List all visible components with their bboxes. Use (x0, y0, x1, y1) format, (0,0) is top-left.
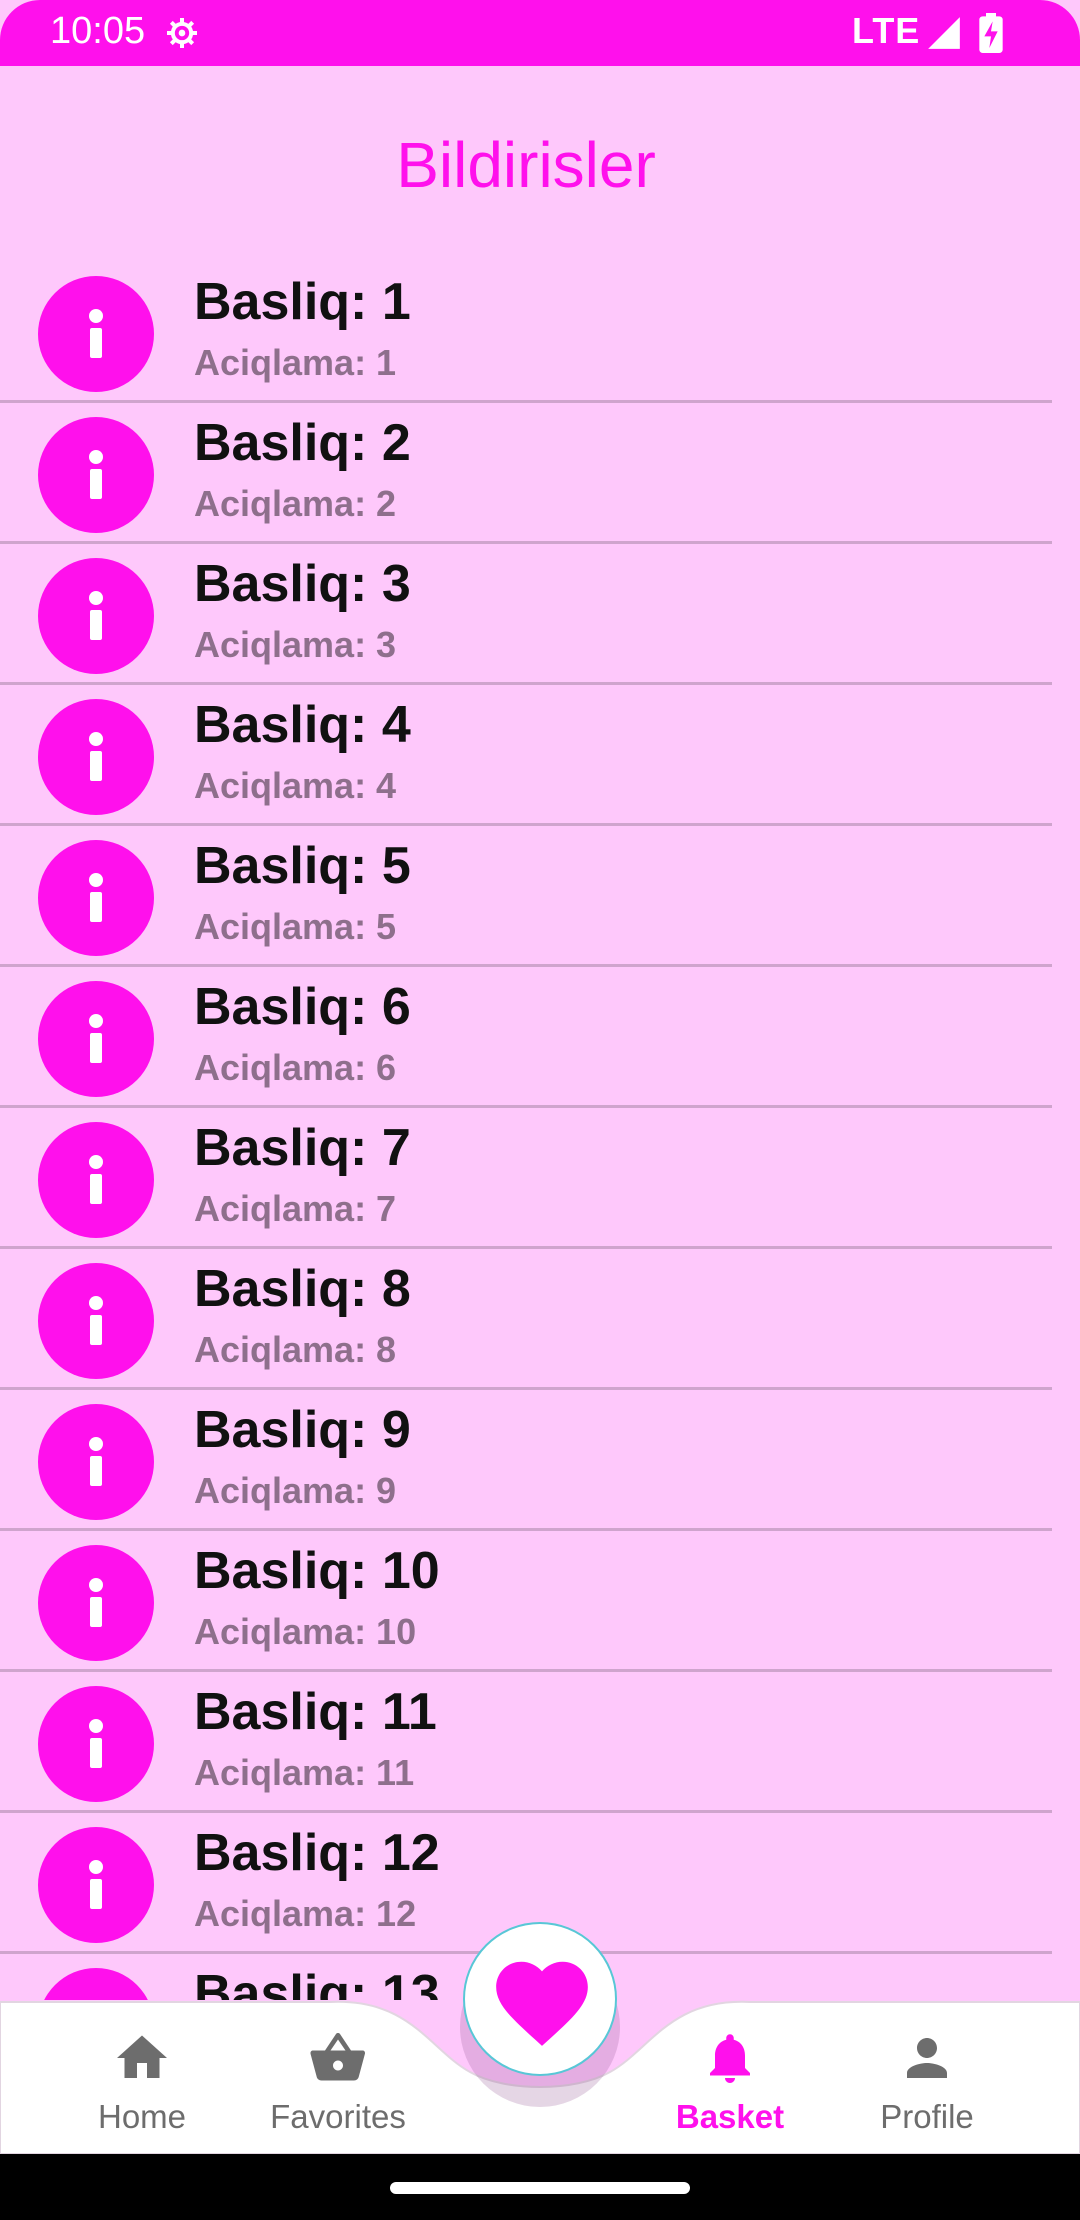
status-bar: 10:05 LTE (0, 0, 1080, 66)
item-description: Aciqlama: 10 (194, 1611, 417, 1652)
list-item[interactable]: Basliq: 1 Aciqlama: 1 (0, 262, 1052, 403)
item-title: Basliq: 7 (194, 1119, 411, 1177)
nav-profile-label: Profile (880, 2098, 974, 2135)
item-title: Basliq: 4 (194, 696, 411, 754)
item-description: Aciqlama: 2 (194, 483, 397, 524)
gear-icon (167, 18, 197, 48)
info-icon (38, 1545, 154, 1661)
basket-icon (310, 2033, 365, 2081)
item-title: Basliq: 5 (194, 837, 411, 895)
signal-icon (928, 17, 960, 49)
item-title: Basliq: 9 (194, 1401, 411, 1459)
info-icon (38, 840, 154, 956)
info-icon (38, 981, 154, 1097)
person-icon (907, 2038, 947, 2078)
info-icon (38, 699, 154, 815)
page-title: Bildirisler (396, 129, 656, 201)
info-icon (38, 1263, 154, 1379)
list-item[interactable]: Basliq: 8 Aciqlama: 8 (0, 1249, 1052, 1390)
nav-basket[interactable]: Basket (630, 1990, 830, 2154)
item-title: Basliq: 3 (194, 555, 411, 613)
list-item[interactable]: Basliq: 5 Aciqlama: 5 (0, 826, 1052, 967)
heart-icon (496, 1961, 588, 2046)
item-title: Basliq: 11 (194, 1683, 437, 1741)
info-icon (38, 1827, 154, 1943)
item-description: Aciqlama: 7 (194, 1188, 397, 1229)
item-description: Aciqlama: 3 (194, 624, 397, 665)
info-icon (38, 558, 154, 674)
item-description: Aciqlama: 12 (194, 1893, 417, 1934)
item-description: Aciqlama: 1 (194, 342, 397, 383)
item-title: Basliq: 8 (194, 1260, 411, 1318)
nav-home-label: Home (97, 2098, 187, 2135)
system-navigation-bar (0, 2154, 1080, 2220)
list-item[interactable]: Basliq: 10 Aciqlama: 10 (0, 1531, 1052, 1672)
nav-favorites-label: Favorites (270, 2098, 406, 2135)
item-title: Basliq: 2 (194, 414, 411, 472)
favorite-fab-button[interactable] (463, 1922, 617, 2076)
item-title: Basliq: 1 (194, 273, 411, 331)
info-icon (38, 1686, 154, 1802)
info-icon (38, 417, 154, 533)
list-item[interactable]: Basliq: 3 Aciqlama: 3 (0, 544, 1052, 685)
nav-profile[interactable]: Profile (827, 1990, 1027, 2154)
list-item[interactable]: Basliq: 11 Aciqlama: 11 (0, 1672, 1052, 1813)
list-item[interactable]: Basliq: 2 Aciqlama: 2 (0, 403, 1052, 544)
screen: 10:05 LTE Bildirisler Basliq: 1 Aciqlama:… (0, 0, 1080, 2220)
status-time: 10:05 (50, 10, 146, 52)
item-title: Basliq: 6 (194, 978, 411, 1036)
home-gesture-handle[interactable] (390, 2182, 690, 2194)
item-description: Aciqlama: 8 (194, 1329, 397, 1370)
list-item[interactable]: Basliq: 4 Aciqlama: 4 (0, 685, 1052, 826)
item-description: Aciqlama: 4 (194, 765, 397, 806)
item-description: Aciqlama: 11 (194, 1752, 415, 1793)
item-description: Aciqlama: 5 (194, 906, 397, 947)
notification-list[interactable]: Basliq: 1 Aciqlama: 1 Basliq: 2 Aciqlama: 2… (0, 262, 1052, 2000)
nav-basket-label: Basket (675, 2098, 785, 2135)
home-icon (117, 2035, 167, 2078)
item-description: Aciqlama: 6 (194, 1047, 397, 1088)
network-type: LTE (852, 10, 921, 51)
item-description: Aciqlama: 9 (194, 1470, 397, 1511)
item-title: Basliq: 12 (194, 1824, 440, 1882)
list-item[interactable]: Basliq: 6 Aciqlama: 6 (0, 967, 1052, 1108)
battery-charging-icon (979, 13, 1003, 53)
info-icon (38, 276, 154, 392)
nav-favorites[interactable]: Favorites (238, 1990, 438, 2154)
item-title: Basliq: 10 (194, 1542, 440, 1600)
bell-icon (710, 2034, 750, 2083)
list-item[interactable]: Basliq: 7 Aciqlama: 7 (0, 1108, 1052, 1249)
nav-home[interactable]: Home (42, 1990, 242, 2154)
info-icon (38, 1404, 154, 1520)
info-icon (38, 1122, 154, 1238)
list-item[interactable]: Basliq: 9 Aciqlama: 9 (0, 1390, 1052, 1531)
